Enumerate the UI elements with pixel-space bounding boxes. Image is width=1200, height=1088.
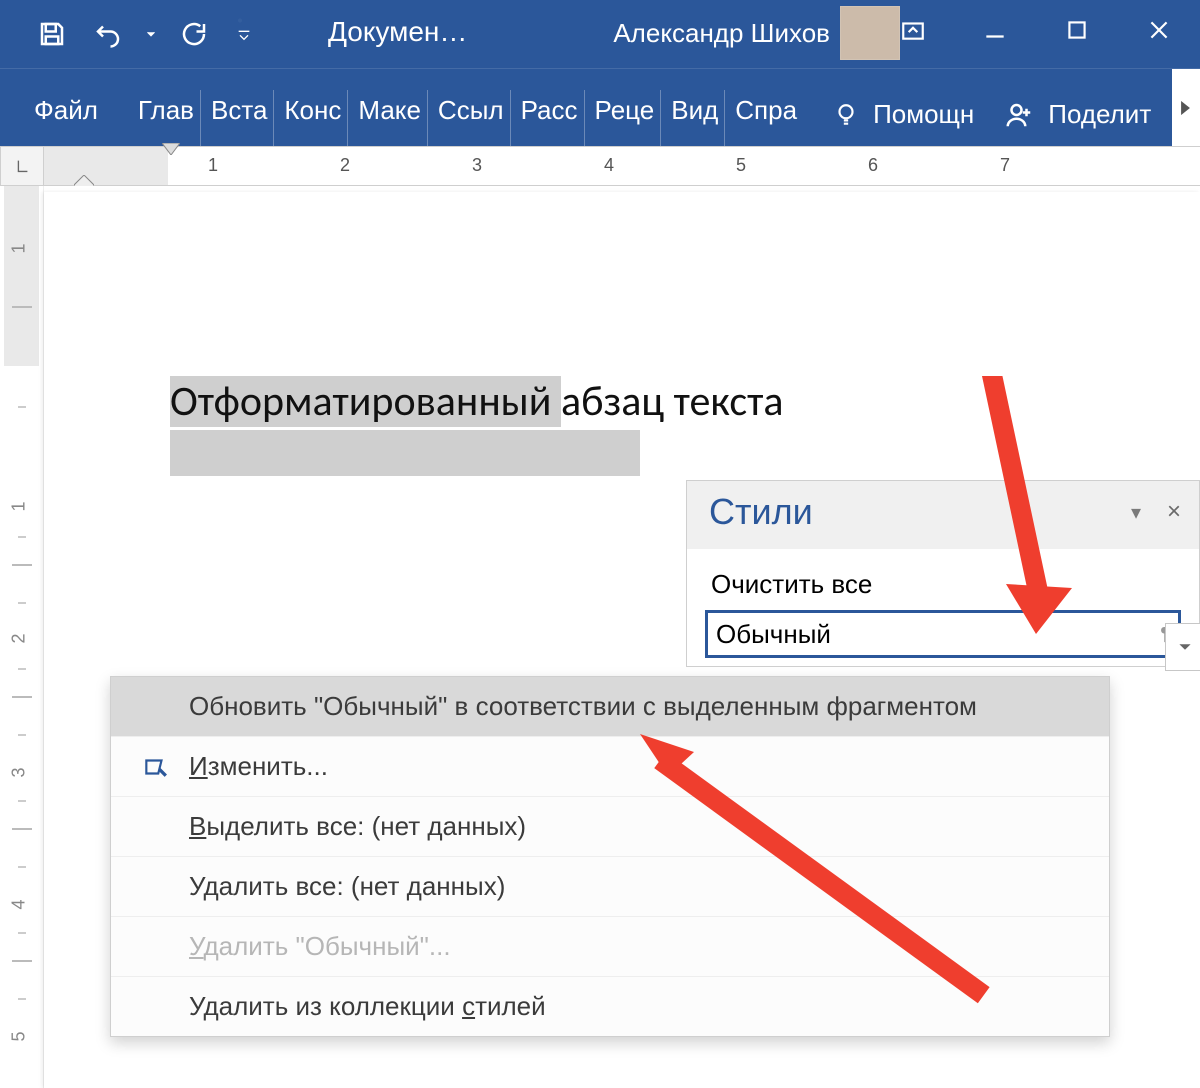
- document-text[interactable]: Отформатированный абзац текста: [170, 376, 784, 427]
- ruler-num: 5: [9, 1031, 30, 1041]
- ruler-tick: [12, 696, 32, 698]
- modify-style-icon: [139, 754, 171, 780]
- maximize-button[interactable]: [1036, 0, 1118, 60]
- tab-help[interactable]: Спра: [725, 90, 803, 146]
- chevron-down-icon: [1178, 640, 1192, 654]
- styles-pane-header: Стили ▾ ×: [687, 481, 1199, 549]
- ruler-dash: [18, 932, 26, 934]
- annotation-arrow: [976, 376, 1086, 641]
- chevron-right-icon: [1179, 101, 1193, 115]
- ruler-dash: [18, 406, 26, 408]
- tab-references[interactable]: Ссыл: [428, 90, 511, 146]
- ruler-num: 4: [9, 899, 30, 909]
- tab-layout[interactable]: Маке: [348, 90, 428, 146]
- ruler-dash: [18, 668, 26, 670]
- minimize-icon: [982, 17, 1008, 43]
- styles-list: Очистить все Обычный ¶: [687, 549, 1199, 666]
- horizontal-ruler[interactable]: 1 2 3 4 5 6 7: [44, 146, 1200, 186]
- quick-access-toolbar: [0, 0, 266, 68]
- styles-pane-menu[interactable]: ▾: [1131, 500, 1141, 525]
- tab-file[interactable]: Файл: [0, 90, 128, 146]
- styles-pane: Стили ▾ × Очистить все Обычный ¶: [686, 480, 1200, 667]
- tell-me-label: Помощн: [873, 99, 974, 130]
- share-icon: [1004, 100, 1034, 130]
- tell-me[interactable]: Помощн: [833, 99, 974, 146]
- first-line-indent-icon[interactable]: [162, 143, 180, 155]
- ruler-tick: [12, 828, 32, 830]
- ribbon: Файл Глав Вста Конс Маке Ссыл Расс Реце …: [0, 68, 1200, 146]
- tab-insert[interactable]: Вста: [201, 90, 274, 146]
- clear-all-style[interactable]: Очистить все: [705, 561, 1181, 610]
- title-bar: Докумен… Александр Шихов: [0, 0, 1200, 68]
- horizontal-ruler-area: 1 2 3 4 5 6 7: [0, 146, 1200, 186]
- close-icon: [1146, 17, 1172, 43]
- ruler-tick: [12, 306, 32, 308]
- minimize-button[interactable]: [954, 0, 1036, 60]
- lightbulb-icon: [833, 102, 859, 128]
- ruler-dash: [18, 536, 26, 538]
- menu-update-to-match[interactable]: Обновить "Обычный" в соответствии с выде…: [111, 677, 1109, 737]
- style-dropdown[interactable]: [1165, 623, 1200, 671]
- tab-view[interactable]: Вид: [661, 90, 725, 146]
- selection-extend: [170, 430, 640, 476]
- tab-design[interactable]: Конс: [274, 90, 348, 146]
- tab-home[interactable]: Глав: [128, 90, 201, 146]
- ribbon-display-options[interactable]: [872, 0, 954, 60]
- ruler-dash: [18, 734, 26, 736]
- repeat-icon: [179, 19, 209, 49]
- document-title: Докумен…: [328, 16, 467, 48]
- repeat-button[interactable]: [166, 0, 222, 68]
- ruler-num: 1: [9, 501, 30, 511]
- ruler-num: 5: [736, 155, 746, 176]
- ruler-dash: [18, 602, 26, 604]
- annotation-arrow: [640, 734, 1070, 1059]
- ruler-num: 1: [208, 155, 218, 176]
- undo-icon: [93, 19, 123, 49]
- customize-icon: [236, 26, 252, 42]
- ruler-num: 2: [9, 633, 30, 643]
- ruler-num: 3: [9, 767, 30, 777]
- ruler-tick: [12, 564, 32, 566]
- ruler-num: 1: [9, 243, 30, 253]
- save-button[interactable]: [24, 0, 80, 68]
- undo-button[interactable]: [80, 0, 136, 68]
- ruler-num: 4: [604, 155, 614, 176]
- ruler-dash: [18, 800, 26, 802]
- window-controls: [872, 0, 1200, 60]
- unselected-text: абзац текста: [561, 376, 784, 427]
- tab-mailings[interactable]: Расс: [511, 90, 585, 146]
- style-name: Обычный: [716, 619, 831, 650]
- save-icon: [37, 19, 67, 49]
- account-block[interactable]: Александр Шихов: [613, 6, 900, 60]
- style-item-normal[interactable]: Обычный ¶: [705, 610, 1181, 658]
- selected-text: Отформатированный: [170, 376, 561, 427]
- ruler-dash: [18, 998, 26, 1000]
- tab-review[interactable]: Реце: [585, 90, 662, 146]
- maximize-icon: [1064, 17, 1090, 43]
- tab-left-icon: [13, 157, 31, 175]
- vertical-ruler[interactable]: 1 1 2 3 4 5: [0, 186, 44, 1088]
- ribbon-scroll-right[interactable]: [1172, 69, 1200, 147]
- ruler-num: 6: [868, 155, 878, 176]
- ruler-margin: [4, 186, 39, 366]
- user-name: Александр Шихов: [613, 18, 830, 49]
- ribbon-options-icon: [900, 17, 926, 43]
- chevron-down-icon: [144, 27, 158, 41]
- ruler-tick: [12, 960, 32, 962]
- ruler-num: 3: [472, 155, 482, 176]
- tab-selector[interactable]: [0, 146, 44, 186]
- undo-dropdown[interactable]: [136, 0, 166, 68]
- ruler-num: 2: [340, 155, 350, 176]
- ruler-margin: [44, 147, 168, 185]
- styles-pane-title: Стили: [709, 491, 813, 533]
- styles-pane-close[interactable]: ×: [1167, 498, 1181, 526]
- qat-customize[interactable]: [222, 0, 266, 68]
- share-button[interactable]: Поделит: [1004, 99, 1151, 146]
- ruler-num: 7: [1000, 155, 1010, 176]
- share-label: Поделит: [1048, 99, 1151, 130]
- ruler-dash: [18, 866, 26, 868]
- close-button[interactable]: [1118, 0, 1200, 60]
